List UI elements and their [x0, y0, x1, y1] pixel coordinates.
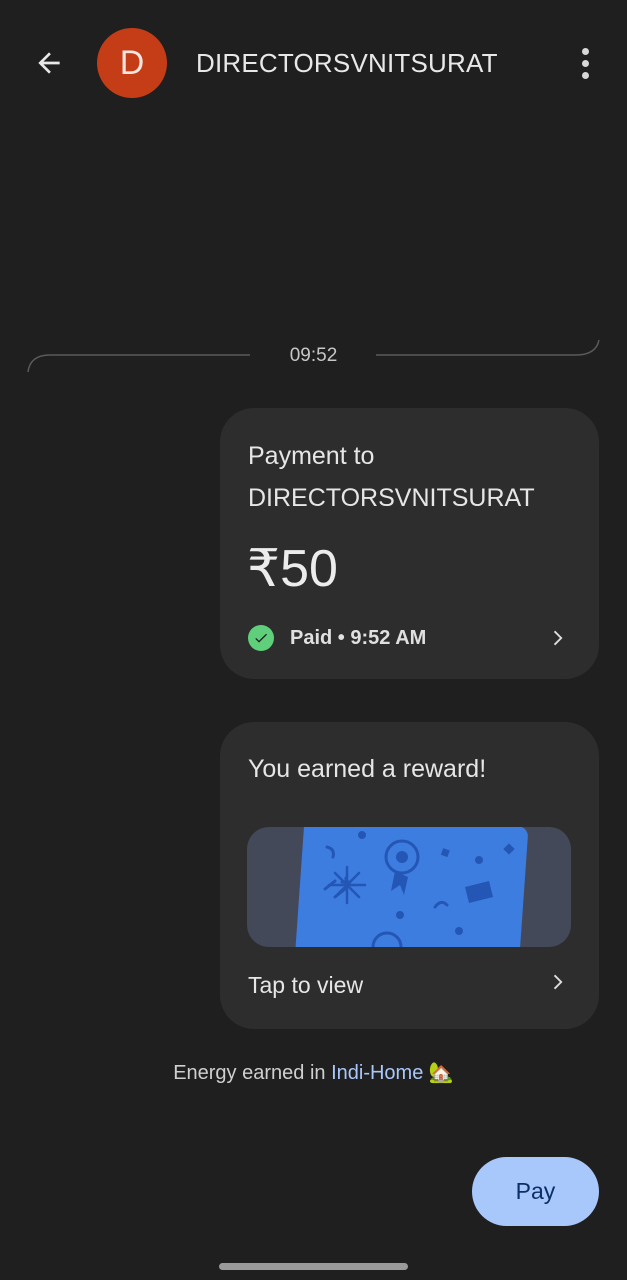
tap-to-view-label: Tap to view — [248, 972, 364, 998]
payment-card[interactable]: Payment to DIRECTORSVNITSURAT ₹50 Paid •… — [220, 408, 599, 679]
back-button[interactable] — [26, 40, 72, 86]
home-emoji-icon: 🏡 — [428, 1062, 454, 1084]
timestamp-label: 09:52 — [289, 345, 338, 366]
payment-status: Paid • 9:52 AM — [248, 625, 426, 651]
contact-name[interactable]: DIRECTORSVNITSURAT — [196, 48, 498, 79]
payment-recipient: DIRECTORSVNITSURAT — [248, 484, 535, 512]
payment-amount: ₹50 — [247, 540, 338, 598]
home-indicator[interactable] — [219, 1263, 408, 1270]
reward-banner[interactable] — [247, 827, 571, 947]
payment-status-text: Paid • 9:52 AM — [290, 626, 427, 649]
arrow-back-icon — [38, 52, 60, 74]
check-circle-icon — [248, 625, 274, 651]
pay-button[interactable]: Pay — [472, 1157, 599, 1226]
reward-title: You earned a reward! — [248, 755, 487, 783]
avatar[interactable]: D — [97, 28, 167, 98]
reward-card[interactable]: You earned a reward! Tap to view — [220, 722, 599, 1029]
scratch-card-image — [294, 827, 528, 947]
more-options-button[interactable] — [568, 40, 602, 86]
indi-home-link[interactable]: Indi-Home — [331, 1062, 423, 1084]
app-header: D DIRECTORSVNITSURAT — [0, 0, 627, 125]
energy-prefix: Energy earned in — [173, 1062, 332, 1084]
more-vert-icon — [581, 47, 589, 55]
chevron-right-icon[interactable] — [546, 971, 568, 993]
energy-note: Energy earned in Indi-Home 🏡 — [0, 1060, 627, 1085]
payment-heading: Payment to — [248, 442, 375, 470]
chevron-right-icon[interactable] — [546, 627, 568, 649]
